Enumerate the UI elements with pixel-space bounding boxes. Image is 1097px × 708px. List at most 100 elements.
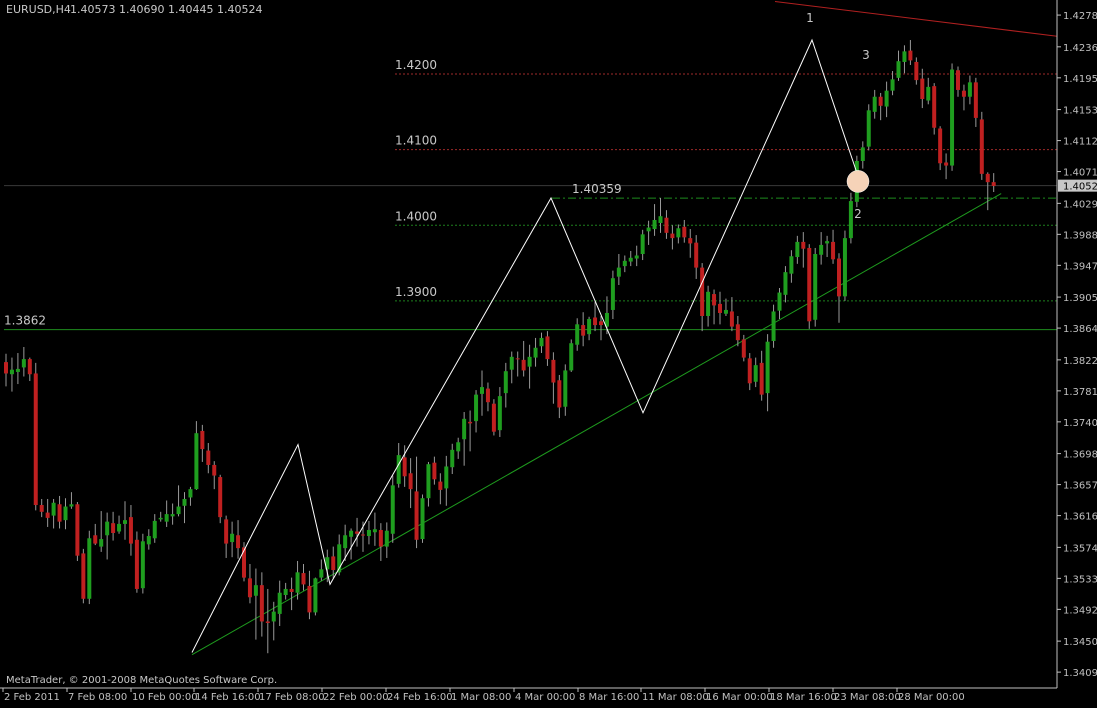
- bull-candle: [926, 86, 931, 101]
- bear-candle: [307, 585, 312, 613]
- bear-candle: [914, 61, 919, 81]
- bear-candle: [801, 241, 806, 249]
- y-tick-label: 1.42360: [1063, 43, 1097, 54]
- price-levels-layer: 1.4200 1.4100 1.4000 1.3900 1.3862 1.40359: [4, 58, 1057, 331]
- resistance-trendline: [774, 0, 1058, 37]
- wave-label-2: 2: [854, 207, 862, 221]
- bull-candle: [170, 514, 175, 517]
- bear-candle: [664, 217, 669, 233]
- y-tick-label: 1.42780: [1063, 11, 1097, 22]
- bear-candle: [593, 317, 598, 326]
- chart-window: 1.4200 1.4100 1.4000 1.3900 1.3862 1.40359 1 2…: [0, 0, 1097, 704]
- bear-candle: [45, 512, 50, 518]
- bull-candle: [420, 498, 425, 540]
- x-tick-label: 14 Feb 16:00: [195, 692, 261, 703]
- bull-candle: [366, 529, 371, 537]
- bear-candle: [700, 267, 705, 316]
- y-tick-label: 1.39470: [1063, 261, 1097, 272]
- bear-candle: [39, 505, 44, 512]
- bull-candle: [164, 514, 169, 522]
- bear-candle: [932, 86, 937, 128]
- bull-candle: [884, 90, 889, 107]
- x-tick-label: 16 Mar 00:00: [706, 692, 773, 703]
- bear-candle: [414, 491, 419, 540]
- bear-candle: [134, 539, 139, 589]
- bull-candle: [539, 337, 544, 347]
- x-tick-label: 4 Mar 00:00: [515, 692, 575, 703]
- bear-candle: [200, 430, 205, 450]
- bull-candle: [182, 498, 187, 506]
- y-tick-label: 1.36570: [1063, 481, 1097, 492]
- y-tick-label: 1.37400: [1063, 418, 1097, 429]
- bull-candle: [842, 238, 847, 297]
- marker-circle: [846, 170, 870, 193]
- bear-candle: [956, 70, 960, 90]
- bull-candle: [676, 228, 681, 238]
- bear-candle: [355, 531, 360, 534]
- bull-candle: [99, 539, 104, 547]
- bull-candle: [771, 311, 776, 341]
- bear-candle: [759, 362, 764, 395]
- bull-candle: [313, 578, 318, 613]
- x-tick-label: 10 Feb 00:00: [132, 692, 198, 703]
- bear-candle: [212, 464, 217, 476]
- bull-candle: [616, 267, 621, 277]
- bull-candle: [444, 466, 449, 489]
- bear-candle: [331, 556, 336, 571]
- bear-candle: [557, 380, 562, 408]
- bull-candle: [819, 244, 824, 255]
- bear-candle: [694, 242, 699, 268]
- bull-candle: [158, 517, 163, 520]
- bull-candle: [390, 485, 395, 534]
- x-tick-label: 18 Mar 16:00: [770, 692, 837, 703]
- bull-candle: [509, 356, 514, 370]
- bull-candle: [658, 216, 663, 223]
- level-label-1-4000: 1.4000: [395, 209, 437, 223]
- bull-candle: [967, 82, 972, 97]
- bull-candle: [533, 347, 538, 358]
- bear-candle: [224, 519, 229, 544]
- y-tick-label: 1.34090: [1063, 668, 1097, 679]
- bear-candle: [408, 473, 413, 490]
- bull-candle: [795, 241, 800, 258]
- zigzag-line: [191, 38, 859, 653]
- wave-label-1: 1: [806, 11, 814, 25]
- bull-candle: [146, 536, 151, 545]
- bull-candle: [610, 278, 615, 310]
- y-tick-label: 1.40290: [1063, 199, 1097, 210]
- bull-candle: [271, 611, 276, 622]
- bull-candle: [783, 272, 788, 295]
- bear-candle: [878, 96, 883, 106]
- bear-candle: [432, 462, 437, 480]
- x-tick-label: 17 Feb 08:00: [259, 692, 325, 703]
- bull-candle: [277, 592, 282, 614]
- bear-candle: [438, 481, 443, 490]
- bull-candle: [622, 260, 627, 267]
- x-tick-label: 24 Feb 16:00: [387, 692, 453, 703]
- y-tick-label: 1.38640: [1063, 324, 1097, 335]
- bear-candle: [402, 457, 407, 477]
- bull-candle: [343, 535, 348, 549]
- zigzag-layer: [191, 38, 859, 653]
- candlestick-chart: 1.4200 1.4100 1.4000 1.3900 1.3862 1.40359 1 2…: [0, 0, 1097, 703]
- bull-candle: [15, 368, 20, 372]
- bear-candle: [265, 621, 270, 623]
- bear-candle: [944, 162, 949, 166]
- ohlc-readout: 1.40573 1.40690 1.40445 1.40524: [70, 3, 262, 16]
- symbol-timeframe-label: EURUSD,H4: [6, 3, 71, 16]
- bull-candle: [21, 359, 26, 368]
- bear-candle: [57, 504, 62, 522]
- level-label-1-3862: 1.3862: [4, 314, 46, 328]
- bull-candle: [152, 520, 157, 539]
- x-tick-label: 1 Mar 08:00: [451, 692, 511, 703]
- bear-candle: [259, 585, 264, 622]
- bear-candle: [111, 523, 116, 533]
- bull-candle: [123, 520, 127, 524]
- ascending-trendline: [191, 193, 1002, 656]
- bear-candle: [206, 450, 211, 465]
- bull-candle: [194, 433, 199, 490]
- bull-candle: [396, 455, 401, 484]
- bear-candle: [289, 588, 294, 592]
- x-tick-label: 8 Mar 16:00: [579, 692, 639, 703]
- bull-candle: [765, 341, 770, 394]
